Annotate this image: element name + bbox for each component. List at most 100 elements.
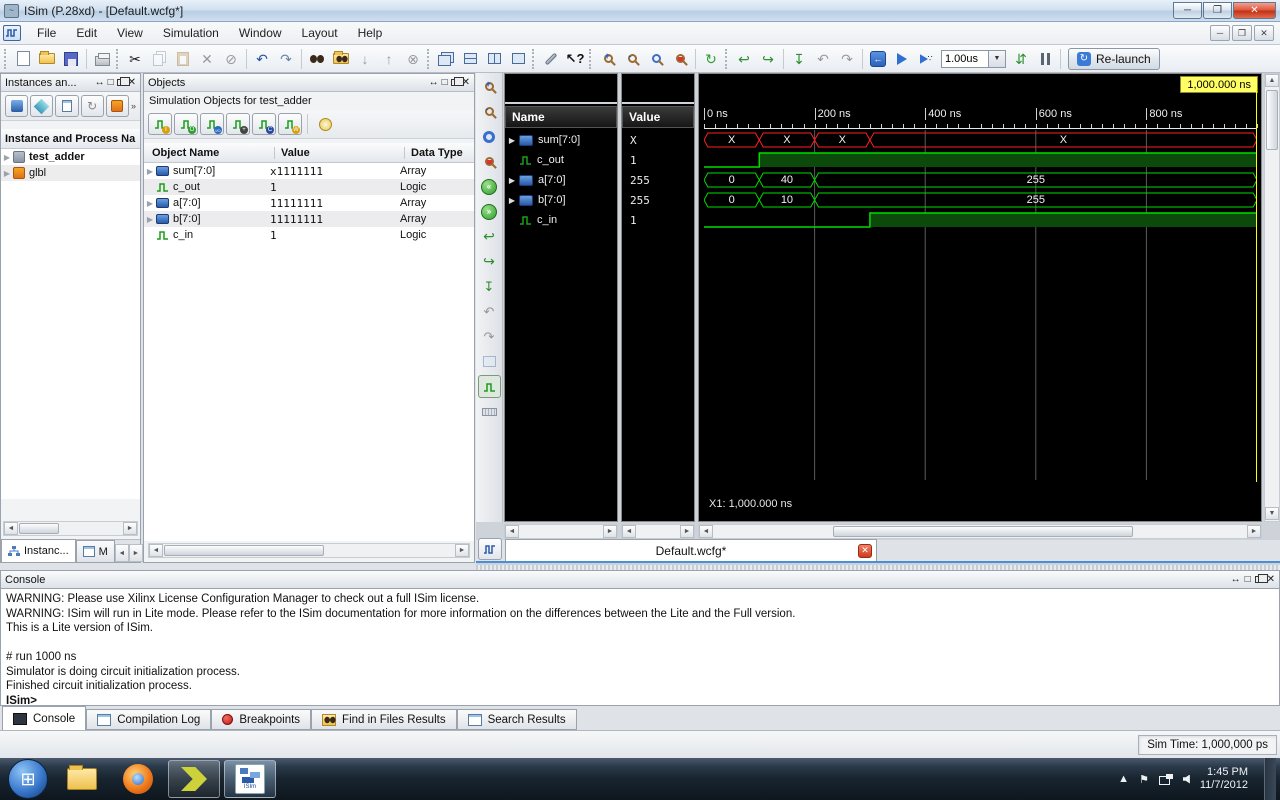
wave-cursor-line[interactable] [1256, 90, 1257, 482]
find-in-files-icon[interactable] [329, 47, 353, 71]
step-icon[interactable]: ⇵ [1009, 47, 1033, 71]
mdi-minimize-button[interactable]: ─ [1210, 25, 1230, 41]
tab-default-wcfg[interactable]: Default.wcfg* ✕ [505, 539, 877, 561]
taskbar-isim-button[interactable]: ISIm [224, 760, 276, 798]
show-desktop-button[interactable] [1264, 758, 1276, 800]
measure-ruler-icon[interactable] [478, 400, 501, 423]
prev-marker-icon[interactable]: ↶ [478, 300, 501, 323]
expand-arrow-icon[interactable]: ▶ [505, 196, 519, 205]
zoom-full-icon[interactable] [644, 47, 668, 71]
cascade-windows-icon[interactable] [434, 47, 458, 71]
tab-breakpoints[interactable]: Breakpoints [211, 709, 311, 730]
relaunch-button[interactable]: ↻ Re-launch [1068, 48, 1160, 70]
table-row[interactable]: c_out 1 Logic [144, 179, 474, 195]
next-transition-icon[interactable]: ↷ [835, 47, 859, 71]
goto-latest-time-icon[interactable]: » [478, 200, 501, 223]
objects-hscrollbar[interactable]: ◄ ► [148, 543, 470, 558]
refresh-instances-icon[interactable]: ↻ [81, 95, 104, 117]
console-output[interactable]: WARNING: Please use Xilinx License Confi… [0, 589, 1280, 706]
network-icon[interactable] [1159, 774, 1173, 785]
close-tab-icon[interactable]: ✕ [858, 544, 872, 558]
mdi-close-button[interactable]: ✕ [1254, 25, 1274, 41]
undock-panel-icon[interactable] [451, 79, 459, 86]
swap-window-icon[interactable] [478, 350, 501, 373]
menu-layout[interactable]: Layout [292, 23, 348, 43]
prev-event-icon[interactable]: ↩ [478, 225, 501, 248]
print-icon[interactable] [90, 47, 114, 71]
name-column-header[interactable]: Name [505, 106, 617, 128]
expand-arrow-icon[interactable]: ▶ [144, 199, 156, 208]
float-panel-icon[interactable]: ↔ [1231, 575, 1241, 585]
table-row[interactable]: ▶ b[7:0] 11111111 Array [144, 211, 474, 227]
zoom-out-icon[interactable]: - [478, 100, 501, 123]
zoom-in-icon[interactable]: + [478, 75, 501, 98]
tile-horizontal-icon[interactable] [458, 47, 482, 71]
zoom-in-icon[interactable]: + [596, 47, 620, 71]
find-icon[interactable] [305, 47, 329, 71]
name-hscrollbar[interactable]: ◄► [504, 524, 618, 539]
taskbar-clock[interactable]: 1:45 PM 11/7/2012 [1200, 766, 1254, 792]
refresh-icon[interactable]: ↻ [699, 47, 723, 71]
expand-arrow-icon[interactable]: ▶ [505, 136, 519, 145]
float-panel-icon[interactable]: ↔ [95, 78, 105, 88]
next-marker-icon[interactable]: ↷ [478, 325, 501, 348]
run-time-input[interactable] [941, 50, 989, 68]
goto-previous-icon[interactable]: ↩ [732, 47, 756, 71]
zoom-to-cursor-icon[interactable] [478, 150, 501, 173]
undock-panel-icon[interactable] [1255, 576, 1263, 583]
filter-inputs-icon[interactable]: I [148, 113, 172, 135]
float-panel-icon[interactable]: ↔ [429, 78, 439, 88]
new-file-icon[interactable] [11, 47, 35, 71]
signal-name-row[interactable]: c_in [505, 210, 617, 230]
run-all-icon[interactable] [890, 47, 914, 71]
value-hscrollbar[interactable]: ◄► [621, 524, 695, 539]
menu-window[interactable]: Window [229, 23, 292, 43]
close-panel-icon[interactable]: ✕ [1267, 575, 1275, 585]
preferences-wrench-icon[interactable] [539, 47, 563, 71]
filter-internal-icon[interactable]: + [226, 113, 250, 135]
zoom-full-view-icon[interactable] [478, 125, 501, 148]
tile-vertical-icon[interactable] [482, 47, 506, 71]
filter-variables-icon[interactable]: W [278, 113, 302, 135]
expand-arrow-icon[interactable]: ▶ [1, 169, 13, 178]
toggle-packages-icon[interactable] [106, 95, 129, 117]
float-window-icon[interactable] [506, 47, 530, 71]
open-file-icon[interactable] [35, 47, 59, 71]
wave-config-icon[interactable] [478, 538, 502, 560]
tab-find-in-files-results[interactable]: Find in Files Results [311, 709, 457, 730]
marker-to-cursor-icon[interactable]: ↧ [478, 275, 501, 298]
alarm-clock-icon[interactable] [313, 113, 337, 135]
taskbar-explorer-button[interactable] [56, 760, 108, 798]
minimize-button[interactable]: ─ [1173, 2, 1202, 19]
menu-simulation[interactable]: Simulation [153, 23, 229, 43]
add-marker-icon[interactable]: ↧ [787, 47, 811, 71]
tab-search-results[interactable]: Search Results [457, 709, 577, 730]
goto-next-icon[interactable]: ↪ [756, 47, 780, 71]
tab-instances[interactable]: Instanc... [1, 539, 76, 562]
tab-console[interactable]: Console [2, 706, 86, 730]
signal-name-row[interactable]: ▶ sum[7:0] [505, 130, 617, 150]
action-center-flag-icon[interactable]: ⚑ [1139, 773, 1149, 786]
table-row[interactable]: ▶ sum[7:0] x1111111 Array [144, 163, 474, 179]
cancel-icon[interactable]: ⊗ [401, 47, 425, 71]
wave-hscrollbar[interactable]: ◄ ► [698, 524, 1262, 539]
expand-arrow-icon[interactable]: ▶ [1, 153, 13, 162]
expand-arrow-icon[interactable]: ▶ [505, 176, 519, 185]
context-help-icon[interactable]: ↖? [563, 47, 587, 71]
toolbar-overflow-icon[interactable]: » [131, 101, 136, 111]
next-event-icon[interactable]: ↪ [478, 250, 501, 273]
tab-scroll-left[interactable]: ◄ [115, 544, 129, 562]
run-time-dropdown[interactable]: ▼ [989, 50, 1006, 68]
menu-help[interactable]: Help [348, 23, 393, 43]
block-icon[interactable]: ⊘ [219, 47, 243, 71]
redo-icon[interactable]: ↷ [274, 47, 298, 71]
menu-edit[interactable]: Edit [66, 23, 107, 43]
wave-plot-pane[interactable]: 1,000.000 ns 0 ns200 ns400 ns600 ns800 n… [698, 73, 1262, 522]
toggle-entities-icon[interactable] [30, 95, 53, 117]
tree-item-glbl[interactable]: ▶ glbl [1, 165, 140, 181]
break-icon[interactable] [1033, 47, 1057, 71]
signal-name-row[interactable]: c_out [505, 150, 617, 170]
cut-icon[interactable]: ✂ [123, 47, 147, 71]
zoom-out-icon[interactable]: - [620, 47, 644, 71]
undock-panel-icon[interactable] [117, 79, 125, 86]
